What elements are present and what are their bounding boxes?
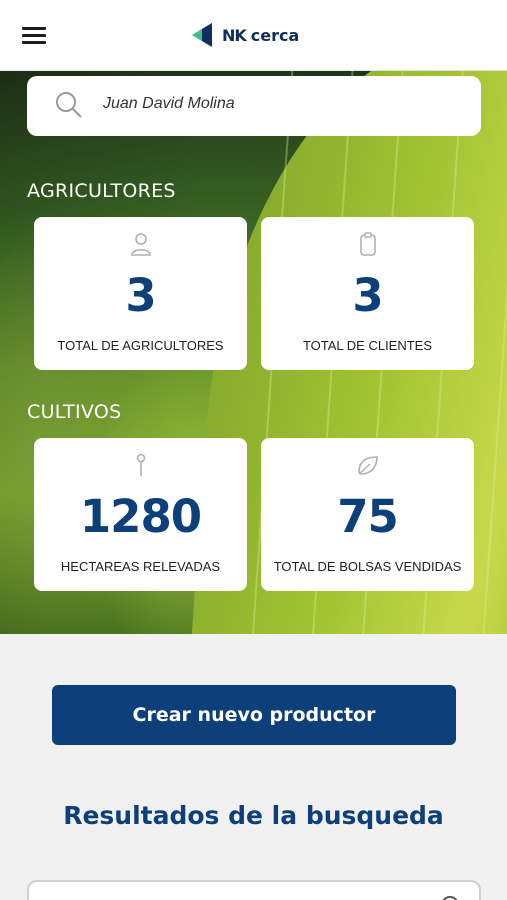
search-value[interactable]: Juan David Molina [103,95,235,113]
stat-card-bolsas-vendidas[interactable]: 75 TOTAL DE BOLSAS VENDIDAS [261,438,474,591]
stat-value: 75 [337,490,399,543]
result-action-icon[interactable] [441,896,459,900]
stat-value: 1280 [79,490,202,543]
stat-label: TOTAL DE CLIENTES [302,338,433,353]
stat-card-total-agricultores[interactable]: 3 TOTAL DE AGRICULTORES [34,217,247,370]
pin-icon [136,453,145,476]
clipboard-icon [359,232,376,256]
stat-card-hectareas[interactable]: 1280 HECTAREAS RELEVADAS [34,438,247,591]
stat-label: HECTAREAS RELEVADAS [60,559,221,574]
logo-brand: NK [222,25,247,45]
result-item[interactable] [27,880,481,900]
leaf-icon [357,456,378,475]
stat-card-total-clientes[interactable]: 3 TOTAL DE CLIENTES [261,217,474,370]
section-title-agricultores: AGRICULTORES [27,180,176,202]
stat-value: 3 [352,269,383,322]
search-icon[interactable] [55,91,83,119]
results-title: Resultados de la busqueda [63,801,444,830]
stat-label: TOTAL DE AGRICULTORES [57,338,224,353]
create-producer-button[interactable]: Crear nuevo productor [52,685,456,745]
logo-text: cerca [250,25,300,45]
app-logo[interactable]: NK cerca [190,20,299,50]
stat-value: 3 [125,269,156,322]
nk-logo-icon [192,23,212,47]
app-header: NK cerca [0,0,507,71]
hamburger-menu-icon[interactable] [20,25,48,47]
search-input[interactable] [27,76,481,136]
person-icon [130,233,151,256]
stat-label: TOTAL DE BOLSAS VENDIDAS [273,559,462,574]
section-title-cultivos: CULTIVOS [27,401,122,423]
